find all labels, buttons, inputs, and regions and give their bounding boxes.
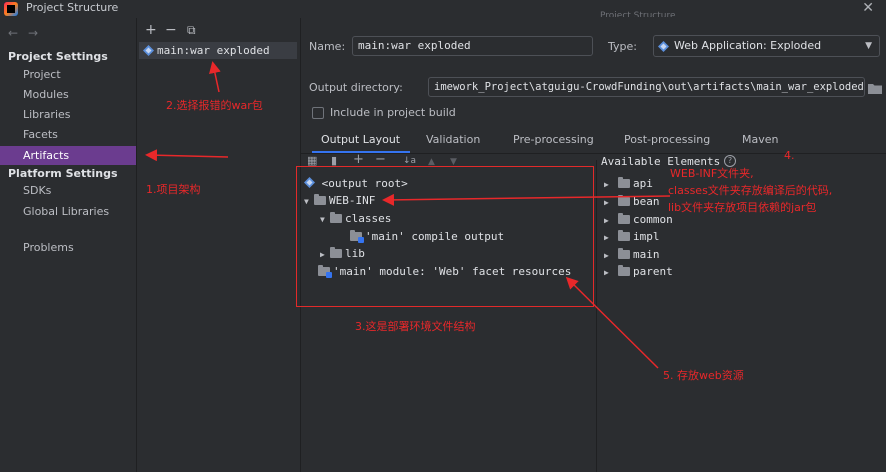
include-in-build-checkbox[interactable]	[312, 107, 324, 119]
include-in-build-label: Include in project build	[330, 106, 456, 119]
annotation-web-inf-line1: WEB-INF文件夹,	[670, 167, 754, 180]
available-item-bean[interactable]: ▶ bean	[604, 195, 660, 208]
layout-splitter[interactable]	[596, 160, 597, 472]
available-item-label: bean	[633, 195, 660, 208]
available-item-impl[interactable]: ▶ impl	[604, 230, 660, 243]
nav-item-modules[interactable]: Modules	[0, 85, 136, 104]
output-directory-input[interactable]: imework_Project\atguigu-CrowdFunding\out…	[428, 77, 865, 97]
name-input[interactable]: main:war exploded	[352, 36, 593, 56]
available-item-label: main	[633, 248, 660, 261]
output-directory-label: Output directory:	[309, 81, 403, 94]
nav-item-project[interactable]: Project	[0, 65, 136, 84]
tab-output-layout[interactable]: Output Layout	[321, 133, 400, 146]
annotation-select-war: 2.选择报错的war包	[166, 99, 263, 112]
add-copy-icon[interactable]: +	[353, 152, 364, 167]
chevron-right-icon[interactable]: ▶	[604, 198, 614, 207]
nav-item-artifacts[interactable]: Artifacts	[0, 146, 136, 165]
tab-maven[interactable]: Maven	[742, 133, 778, 146]
tab-validation[interactable]: Validation	[426, 133, 480, 146]
browse-folder-icon[interactable]	[868, 82, 882, 94]
platform-settings-heading: Platform Settings	[8, 167, 118, 180]
available-item-common[interactable]: ▶ common	[604, 213, 673, 226]
remove-artifact-button[interactable]: −	[165, 22, 177, 38]
annotation-project-structure: 1.项目架构	[146, 183, 201, 196]
chevron-right-icon[interactable]: ▶	[604, 216, 614, 225]
project-settings-heading: Project Settings	[8, 50, 108, 63]
chevron-right-icon[interactable]: ▶	[604, 233, 614, 242]
available-item-label: parent	[633, 265, 673, 278]
remove-element-icon[interactable]: −	[375, 152, 386, 167]
intellij-logo-icon	[4, 2, 18, 16]
artifacts-list-panel: + − ⧉ main:war exploded	[137, 18, 301, 472]
nav-item-facets[interactable]: Facets	[0, 125, 136, 144]
annotation-number-4: 4.	[784, 149, 795, 162]
module-folder-icon	[618, 195, 630, 206]
add-artifact-button[interactable]: +	[145, 22, 157, 38]
chevron-right-icon[interactable]: ▶	[604, 251, 614, 260]
title-bar: Project Structure Project Structure ✕	[0, 0, 886, 18]
close-icon[interactable]: ✕	[862, 0, 874, 16]
tab-pre-processing[interactable]: Pre-processing	[513, 133, 594, 146]
left-nav: ← → Project Settings Project Modules Lib…	[0, 18, 137, 472]
nav-item-global-libraries[interactable]: Global Libraries	[0, 202, 136, 221]
type-label: Type:	[608, 40, 637, 53]
artifact-item-main-war-exploded[interactable]: main:war exploded	[139, 42, 297, 59]
module-folder-icon	[618, 265, 630, 276]
module-folder-icon	[618, 213, 630, 224]
type-select[interactable]: Web Application: Exploded ▼	[653, 35, 880, 57]
tabs-divider	[301, 153, 886, 154]
artifact-item-label: main:war exploded	[157, 44, 270, 57]
tab-post-processing[interactable]: Post-processing	[624, 133, 710, 146]
ghost-window-title: Project Structure	[600, 11, 676, 17]
available-item-label: common	[633, 213, 673, 226]
annotation-web-inf-line2: classes文件夹存放编译后的代码,	[668, 184, 833, 197]
available-item-main[interactable]: ▶ main	[604, 248, 660, 261]
nav-item-problems[interactable]: Problems	[0, 238, 136, 257]
annotation-deploy-structure: 3.这是部署环境文件结构	[355, 320, 476, 333]
artifact-icon	[143, 45, 154, 56]
back-arrow-icon[interactable]: ←	[8, 26, 18, 40]
name-label: Name:	[309, 40, 346, 53]
module-folder-icon	[618, 248, 630, 259]
copy-artifact-button[interactable]: ⧉	[187, 23, 196, 38]
sort-elements-icon[interactable]: ↓a	[403, 156, 416, 166]
annotation-web-resources: 5. 存放web资源	[663, 369, 744, 382]
forward-arrow-icon[interactable]: →	[28, 26, 38, 40]
available-item-label: api	[633, 177, 653, 190]
chevron-right-icon[interactable]: ▶	[604, 180, 614, 189]
annotation-box-deploy-structure	[296, 166, 594, 307]
chevron-down-icon: ▼	[865, 41, 872, 51]
available-item-parent[interactable]: ▶ parent	[604, 265, 673, 278]
nav-item-libraries[interactable]: Libraries	[0, 105, 136, 124]
available-item-label: impl	[633, 230, 660, 243]
annotation-web-inf-line3: lib文件夹存放项目依赖的jar包	[668, 201, 817, 214]
nav-item-sdks[interactable]: SDKs	[0, 181, 136, 200]
module-folder-icon	[618, 177, 630, 188]
chevron-right-icon[interactable]: ▶	[604, 268, 614, 277]
module-folder-icon	[618, 230, 630, 241]
type-select-value: Web Application: Exploded	[674, 39, 822, 52]
window-title: Project Structure	[26, 1, 119, 14]
available-item-api[interactable]: ▶ api	[604, 177, 653, 190]
artifact-type-icon	[658, 41, 669, 52]
